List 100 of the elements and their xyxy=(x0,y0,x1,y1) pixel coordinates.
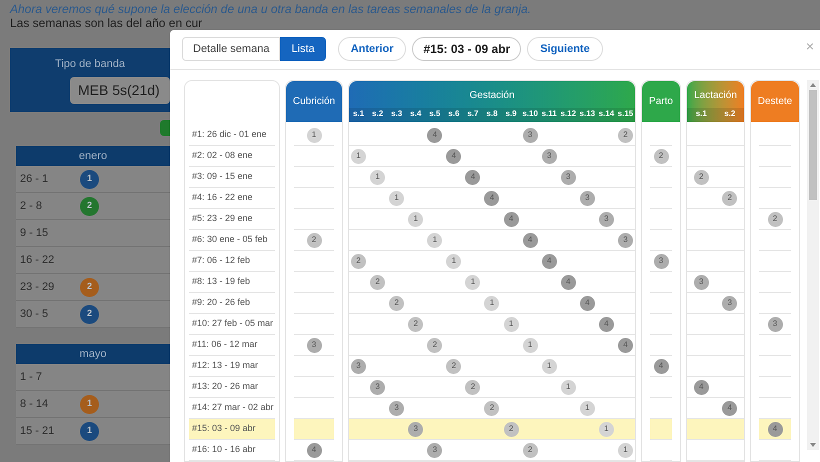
week-range: 1 - 7 xyxy=(20,370,44,385)
band-marker: 3 xyxy=(768,316,782,332)
scrollbar[interactable] xyxy=(807,80,819,450)
band-marker: 3 xyxy=(618,232,633,248)
week-label: #10: 27 feb - 05 mar xyxy=(192,317,274,330)
column-header: Cubrición xyxy=(286,80,342,122)
band-marker: 1 xyxy=(427,232,442,248)
week-label: #16: 10 - 16 abr xyxy=(192,443,256,456)
week-subheader: s.1 xyxy=(694,108,708,120)
band-marker: 1 xyxy=(580,400,595,416)
band-marker: 2 xyxy=(408,316,424,332)
band-marker: 4 xyxy=(484,190,500,206)
band-marker: 1 xyxy=(389,190,404,206)
band-marker: 2 xyxy=(351,254,366,268)
band-marker: 3 xyxy=(542,148,557,164)
view-tab[interactable]: Detalle semana xyxy=(182,37,280,62)
band-marker: 1 xyxy=(542,358,557,374)
band-marker: 1 xyxy=(370,170,386,184)
week-label: #14: 27 mar - 02 abr xyxy=(192,401,274,414)
column-title: Gestación xyxy=(468,88,516,103)
band-marker: 1 xyxy=(306,128,322,142)
band-marker: 3 xyxy=(694,274,709,290)
band-marker: 4 xyxy=(598,316,614,332)
week-subheader: s.3 xyxy=(390,108,404,120)
week-subheader: s.5 xyxy=(428,108,442,120)
band-marker: 3 xyxy=(722,296,738,310)
column-header: Parto xyxy=(642,80,680,122)
column-header: Destete xyxy=(751,80,799,122)
band-marker: 4 xyxy=(504,212,519,226)
band-marker: 4 xyxy=(522,232,538,248)
band-marker: 4 xyxy=(768,422,782,436)
band-marker: 1 xyxy=(484,296,500,310)
week-label: #7: 06 - 12 feb xyxy=(192,254,250,268)
band-marker: 4 xyxy=(465,170,480,184)
band-marker: 2 xyxy=(618,128,633,142)
band-marker: 2 xyxy=(722,190,738,206)
band-marker: 3 xyxy=(408,422,424,436)
week-label: #5: 23 - 29 ene xyxy=(192,212,253,226)
band-marker: 4 xyxy=(446,148,462,164)
scroll-thumb[interactable] xyxy=(809,90,817,200)
week-label: #15: 03 - 09 abr xyxy=(192,422,256,436)
week-subheader: s.8 xyxy=(485,108,499,120)
week-range: 15 - 21 xyxy=(20,424,56,439)
action-button[interactable] xyxy=(160,120,170,136)
week-label: #11: 06 - 12 mar xyxy=(192,338,258,352)
band-marker: 2 xyxy=(465,380,480,394)
band-marker: 2 xyxy=(522,442,538,458)
column-title: Lactación xyxy=(693,88,738,103)
week-range: 8 - 14 xyxy=(20,396,50,412)
week-subheader: s.4 xyxy=(409,108,422,120)
band-marker: 2 xyxy=(370,274,386,290)
band-marker: 1 xyxy=(446,254,462,268)
band-marker: 2 xyxy=(768,212,782,226)
band-marker: 4 xyxy=(427,128,442,142)
week-subheader: s.6 xyxy=(447,108,460,120)
band-marker: 2 xyxy=(654,148,668,164)
week-subheader: s.9 xyxy=(504,108,518,120)
band-badge: 1 xyxy=(80,422,99,440)
intro-text: Ahora veremos qué supone la elección de una u otra banda en las tareas semanales de la granja. xyxy=(10,2,532,16)
band-marker: 3 xyxy=(306,338,322,352)
week-label: #2: 02 - 08 ene xyxy=(192,149,253,162)
week-subheader: s.14 xyxy=(598,108,616,120)
week-subheader: s.7 xyxy=(466,108,480,120)
week-subheader: s.1 xyxy=(352,108,366,120)
week-range: 16 - 22 xyxy=(20,252,56,268)
band-select[interactable]: MEB 5s(21d) xyxy=(70,76,170,104)
week-label: #3: 09 - 15 ene xyxy=(192,170,253,184)
band-marker: 1 xyxy=(408,212,424,226)
band-marker: 4 xyxy=(694,380,709,394)
band-marker: 2 xyxy=(484,400,500,416)
band-marker: 3 xyxy=(560,170,576,184)
band-marker: 3 xyxy=(522,128,538,142)
band-marker: 3 xyxy=(427,442,442,458)
week-range: 23 - 29 xyxy=(20,280,56,295)
month-header: mayo xyxy=(16,344,170,364)
band-badge: 1 xyxy=(80,394,99,414)
band-marker: 1 xyxy=(465,274,480,290)
week-label: #12: 13 - 19 mar xyxy=(192,359,258,372)
month-header: enero xyxy=(16,146,170,166)
next-button[interactable]: Siguiente xyxy=(527,37,603,62)
previous-button[interactable]: Anterior xyxy=(338,37,406,62)
week-range: 26 - 1 xyxy=(20,172,50,187)
week-subheader: s.11 xyxy=(540,108,558,120)
week-subheader: s.13 xyxy=(578,108,596,120)
view-tab[interactable]: Lista xyxy=(280,37,326,62)
band-badge: 1 xyxy=(80,170,99,188)
band-marker: 4 xyxy=(654,358,668,374)
band-badge: 2 xyxy=(80,196,99,216)
week-label: #13: 20 - 26 mar xyxy=(192,380,258,394)
week-range: 9 - 15 xyxy=(20,226,50,241)
week-label: #6: 30 ene - 05 feb xyxy=(192,233,268,246)
band-badge: 2 xyxy=(80,304,99,324)
band-marker: 1 xyxy=(504,316,519,332)
highlight-cell xyxy=(650,419,672,440)
week-label: #9: 20 - 26 feb xyxy=(192,296,250,310)
band-marker: 1 xyxy=(560,380,576,394)
band-label: Tipo de banda xyxy=(55,57,125,72)
band-marker: 4 xyxy=(618,338,633,352)
band-marker: 2 xyxy=(306,232,322,248)
band-badge: 2 xyxy=(80,278,99,296)
